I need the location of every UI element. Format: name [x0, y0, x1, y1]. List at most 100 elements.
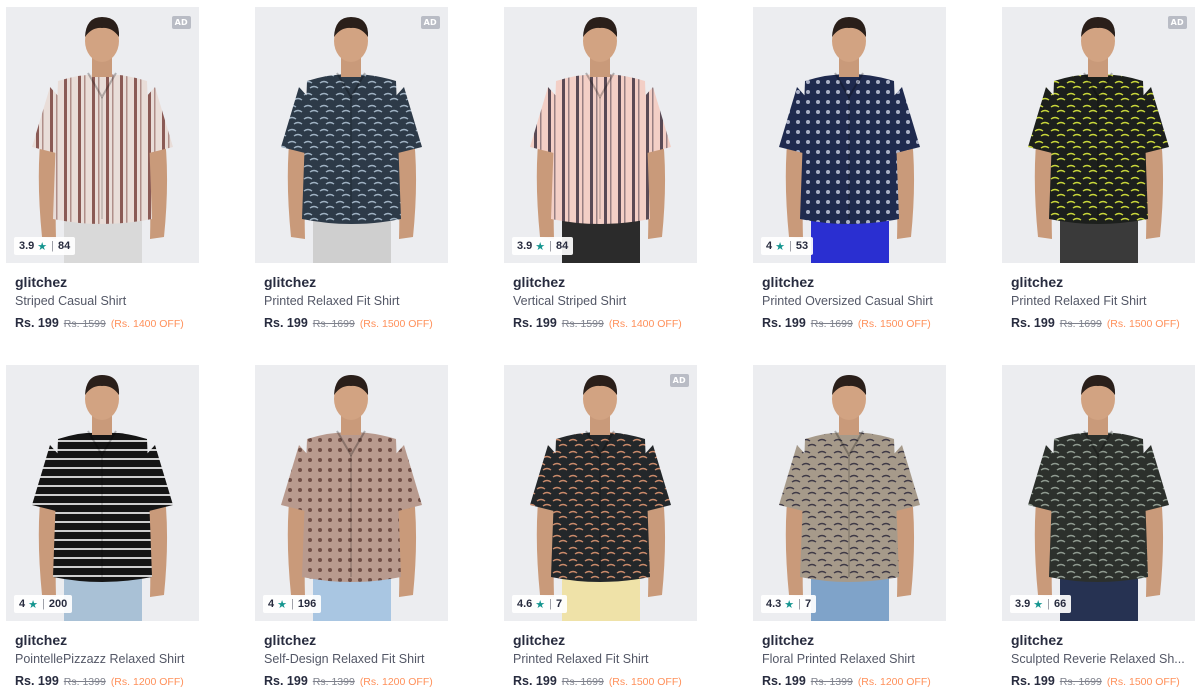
rating-badge: 3.9 ★ | 84 — [512, 237, 574, 255]
product-name: Sculpted Reverie Relaxed Sh... — [1011, 652, 1185, 666]
rating-separator: | — [1047, 598, 1051, 610]
product-card[interactable]: AD 3.9 ★ | 84 glitchez Striped Casual Shirt Rs.… — [6, 7, 199, 365]
product-image-container[interactable]: AD 3.9 ★ | 84 — [6, 7, 199, 263]
product-image — [32, 17, 173, 263]
star-icon: ★ — [784, 598, 795, 611]
product-row: 4 ★ | 200 glitchez PointellePizzazz Relaxed S… — [6, 365, 1196, 695]
product-discount: (Rs. 1500 OFF) — [857, 318, 931, 330]
price-line: Rs. 199 Rs. 1399 (Rs. 1200 OFF) — [15, 674, 199, 688]
product-discount: (Rs. 1500 OFF) — [1106, 318, 1180, 330]
rating-separator: | — [789, 240, 792, 252]
product-image — [1028, 375, 1169, 621]
rating-value: 4.3 — [766, 598, 782, 610]
product-info: glitchez Printed Relaxed Fit Shirt Rs. 199… — [255, 263, 448, 330]
star-icon: ★ — [535, 598, 546, 611]
product-image-container[interactable]: 3.9 ★ | 66 — [1002, 365, 1195, 621]
product-image — [281, 17, 422, 263]
product-price: Rs. 199 — [762, 316, 806, 330]
rating-separator: | — [291, 598, 294, 610]
product-image-container[interactable]: 4 ★ | 53 — [753, 7, 946, 263]
product-mrp: Rs. 1699 — [312, 318, 355, 330]
ad-badge: AD — [171, 16, 191, 29]
price-line: Rs. 199 Rs. 1699 (Rs. 1500 OFF) — [513, 674, 697, 688]
price-line: Rs. 199 Rs. 1699 (Rs. 1500 OFF) — [264, 316, 448, 330]
product-image — [1028, 17, 1169, 263]
product-mrp: Rs. 1399 — [312, 676, 355, 688]
ad-badge: AD — [669, 374, 689, 387]
rating-separator: | — [549, 598, 553, 610]
product-grid: AD 3.9 ★ | 84 glitchez Striped Casual Shirt Rs.… — [6, 7, 1196, 695]
star-icon: ★ — [277, 598, 287, 611]
rating-value: 4 — [19, 598, 26, 610]
product-card[interactable]: 4 ★ | 196 glitchez Self-Design Relaxed Fit Sh… — [255, 365, 448, 695]
product-discount: (Rs. 1200 OFF) — [110, 676, 184, 688]
product-price: Rs. 199 — [1011, 674, 1055, 688]
product-name: Printed Relaxed Fit Shirt — [264, 294, 400, 308]
rating-badge: 3.9 ★ | 84 — [14, 237, 76, 255]
product-price: Rs. 199 — [264, 674, 308, 688]
product-image — [32, 375, 173, 621]
product-info: glitchez Striped Casual Shirt Rs. 199 Rs. 1… — [6, 263, 199, 330]
product-name: PointellePizzazz Relaxed Shirt — [15, 652, 185, 666]
product-image-container[interactable]: 4 ★ | 200 — [6, 365, 199, 621]
product-card[interactable]: 4 ★ | 53 glitchez Printed Oversized Casual Sh… — [753, 7, 946, 365]
product-discount: (Rs. 1400 OFF) — [608, 318, 682, 330]
product-image-container[interactable]: 4 ★ | 196 — [255, 365, 448, 621]
product-discount: (Rs. 1500 OFF) — [359, 318, 433, 330]
product-mrp: Rs. 1399 — [810, 676, 853, 688]
product-image — [281, 375, 422, 621]
rating-separator: | — [42, 598, 45, 610]
product-brand: glitchez — [1011, 632, 1064, 648]
star-icon: ★ — [37, 240, 48, 253]
rating-value: 4 — [766, 240, 773, 252]
star-icon: ★ — [775, 240, 785, 253]
product-price: Rs. 199 — [15, 316, 59, 330]
product-card[interactable]: 3.9 ★ | 84 glitchez Vertical Striped Shirt Rs.… — [504, 7, 697, 365]
product-row: AD 3.9 ★ | 84 glitchez Striped Casual Shirt Rs.… — [6, 7, 1196, 365]
product-name: Printed Relaxed Fit Shirt — [513, 652, 649, 666]
product-card[interactable]: 3.9 ★ | 66 glitchez Sculpted Reverie Relaxed … — [1002, 365, 1195, 695]
product-image — [530, 375, 671, 621]
product-info: glitchez Printed Relaxed Fit Shirt Rs. 199… — [504, 621, 697, 688]
review-count: 84 — [58, 240, 71, 252]
rating-badge: 4 ★ | 53 — [761, 237, 814, 255]
product-card[interactable]: 4 ★ | 200 glitchez PointellePizzazz Relaxed S… — [6, 365, 199, 695]
product-price: Rs. 199 — [762, 674, 806, 688]
product-card[interactable]: AD glitchez Printed Relaxed Fit Shirt Rs. 1… — [255, 7, 448, 365]
review-count: 53 — [795, 240, 809, 252]
product-discount: (Rs. 1500 OFF) — [1106, 676, 1180, 688]
rating-badge: 4.6 ★ | 7 — [512, 595, 568, 613]
product-info: glitchez Vertical Striped Shirt Rs. 199 Rs.… — [504, 263, 697, 330]
product-image-container[interactable]: AD 4.6 ★ | 7 — [504, 365, 697, 621]
product-price: Rs. 199 — [513, 316, 557, 330]
product-image-container[interactable]: 3.9 ★ | 84 — [504, 7, 697, 263]
rating-value: 4 — [268, 598, 275, 610]
ad-badge: AD — [1167, 16, 1187, 29]
product-name: Self-Design Relaxed Fit Shirt — [264, 652, 425, 666]
star-icon: ★ — [535, 240, 546, 253]
rating-value: 3.9 — [19, 240, 35, 252]
product-image-container[interactable]: AD — [1002, 7, 1195, 263]
product-card[interactable]: AD 4.6 ★ | 7 glitchez Printed Relaxed Fit Shir… — [504, 365, 697, 695]
product-card[interactable]: 4.3 ★ | 7 glitchez Floral Printed Relaxed Shi… — [753, 365, 946, 695]
price-line: Rs. 199 Rs. 1399 (Rs. 1200 OFF) — [264, 674, 448, 688]
review-count: 66 — [1054, 598, 1067, 610]
price-line: Rs. 199 Rs. 1599 (Rs. 1400 OFF) — [15, 316, 199, 330]
product-name: Striped Casual Shirt — [15, 294, 127, 308]
product-mrp: Rs. 1699 — [1059, 318, 1102, 330]
price-line: Rs. 199 Rs. 1699 (Rs. 1500 OFF) — [1011, 316, 1195, 330]
product-image-container[interactable]: AD — [255, 7, 448, 263]
ad-badge: AD — [420, 16, 440, 29]
product-card[interactable]: AD glitchez Printed Relaxed Fit Shirt Rs. 1… — [1002, 7, 1195, 365]
rating-value: 4.6 — [517, 598, 533, 610]
product-image — [779, 375, 920, 621]
product-price: Rs. 199 — [1011, 316, 1055, 330]
rating-badge: 3.9 ★ | 66 — [1010, 595, 1072, 613]
product-image-container[interactable]: 4.3 ★ | 7 — [753, 365, 946, 621]
price-line: Rs. 199 Rs. 1399 (Rs. 1200 OFF) — [762, 674, 946, 688]
product-discount: (Rs. 1400 OFF) — [110, 318, 184, 330]
review-count: 200 — [48, 598, 68, 610]
product-mrp: Rs. 1599 — [63, 318, 106, 330]
product-info: glitchez Sculpted Reverie Relaxed Sh... Rs… — [1002, 621, 1195, 688]
product-brand: glitchez — [762, 274, 815, 290]
